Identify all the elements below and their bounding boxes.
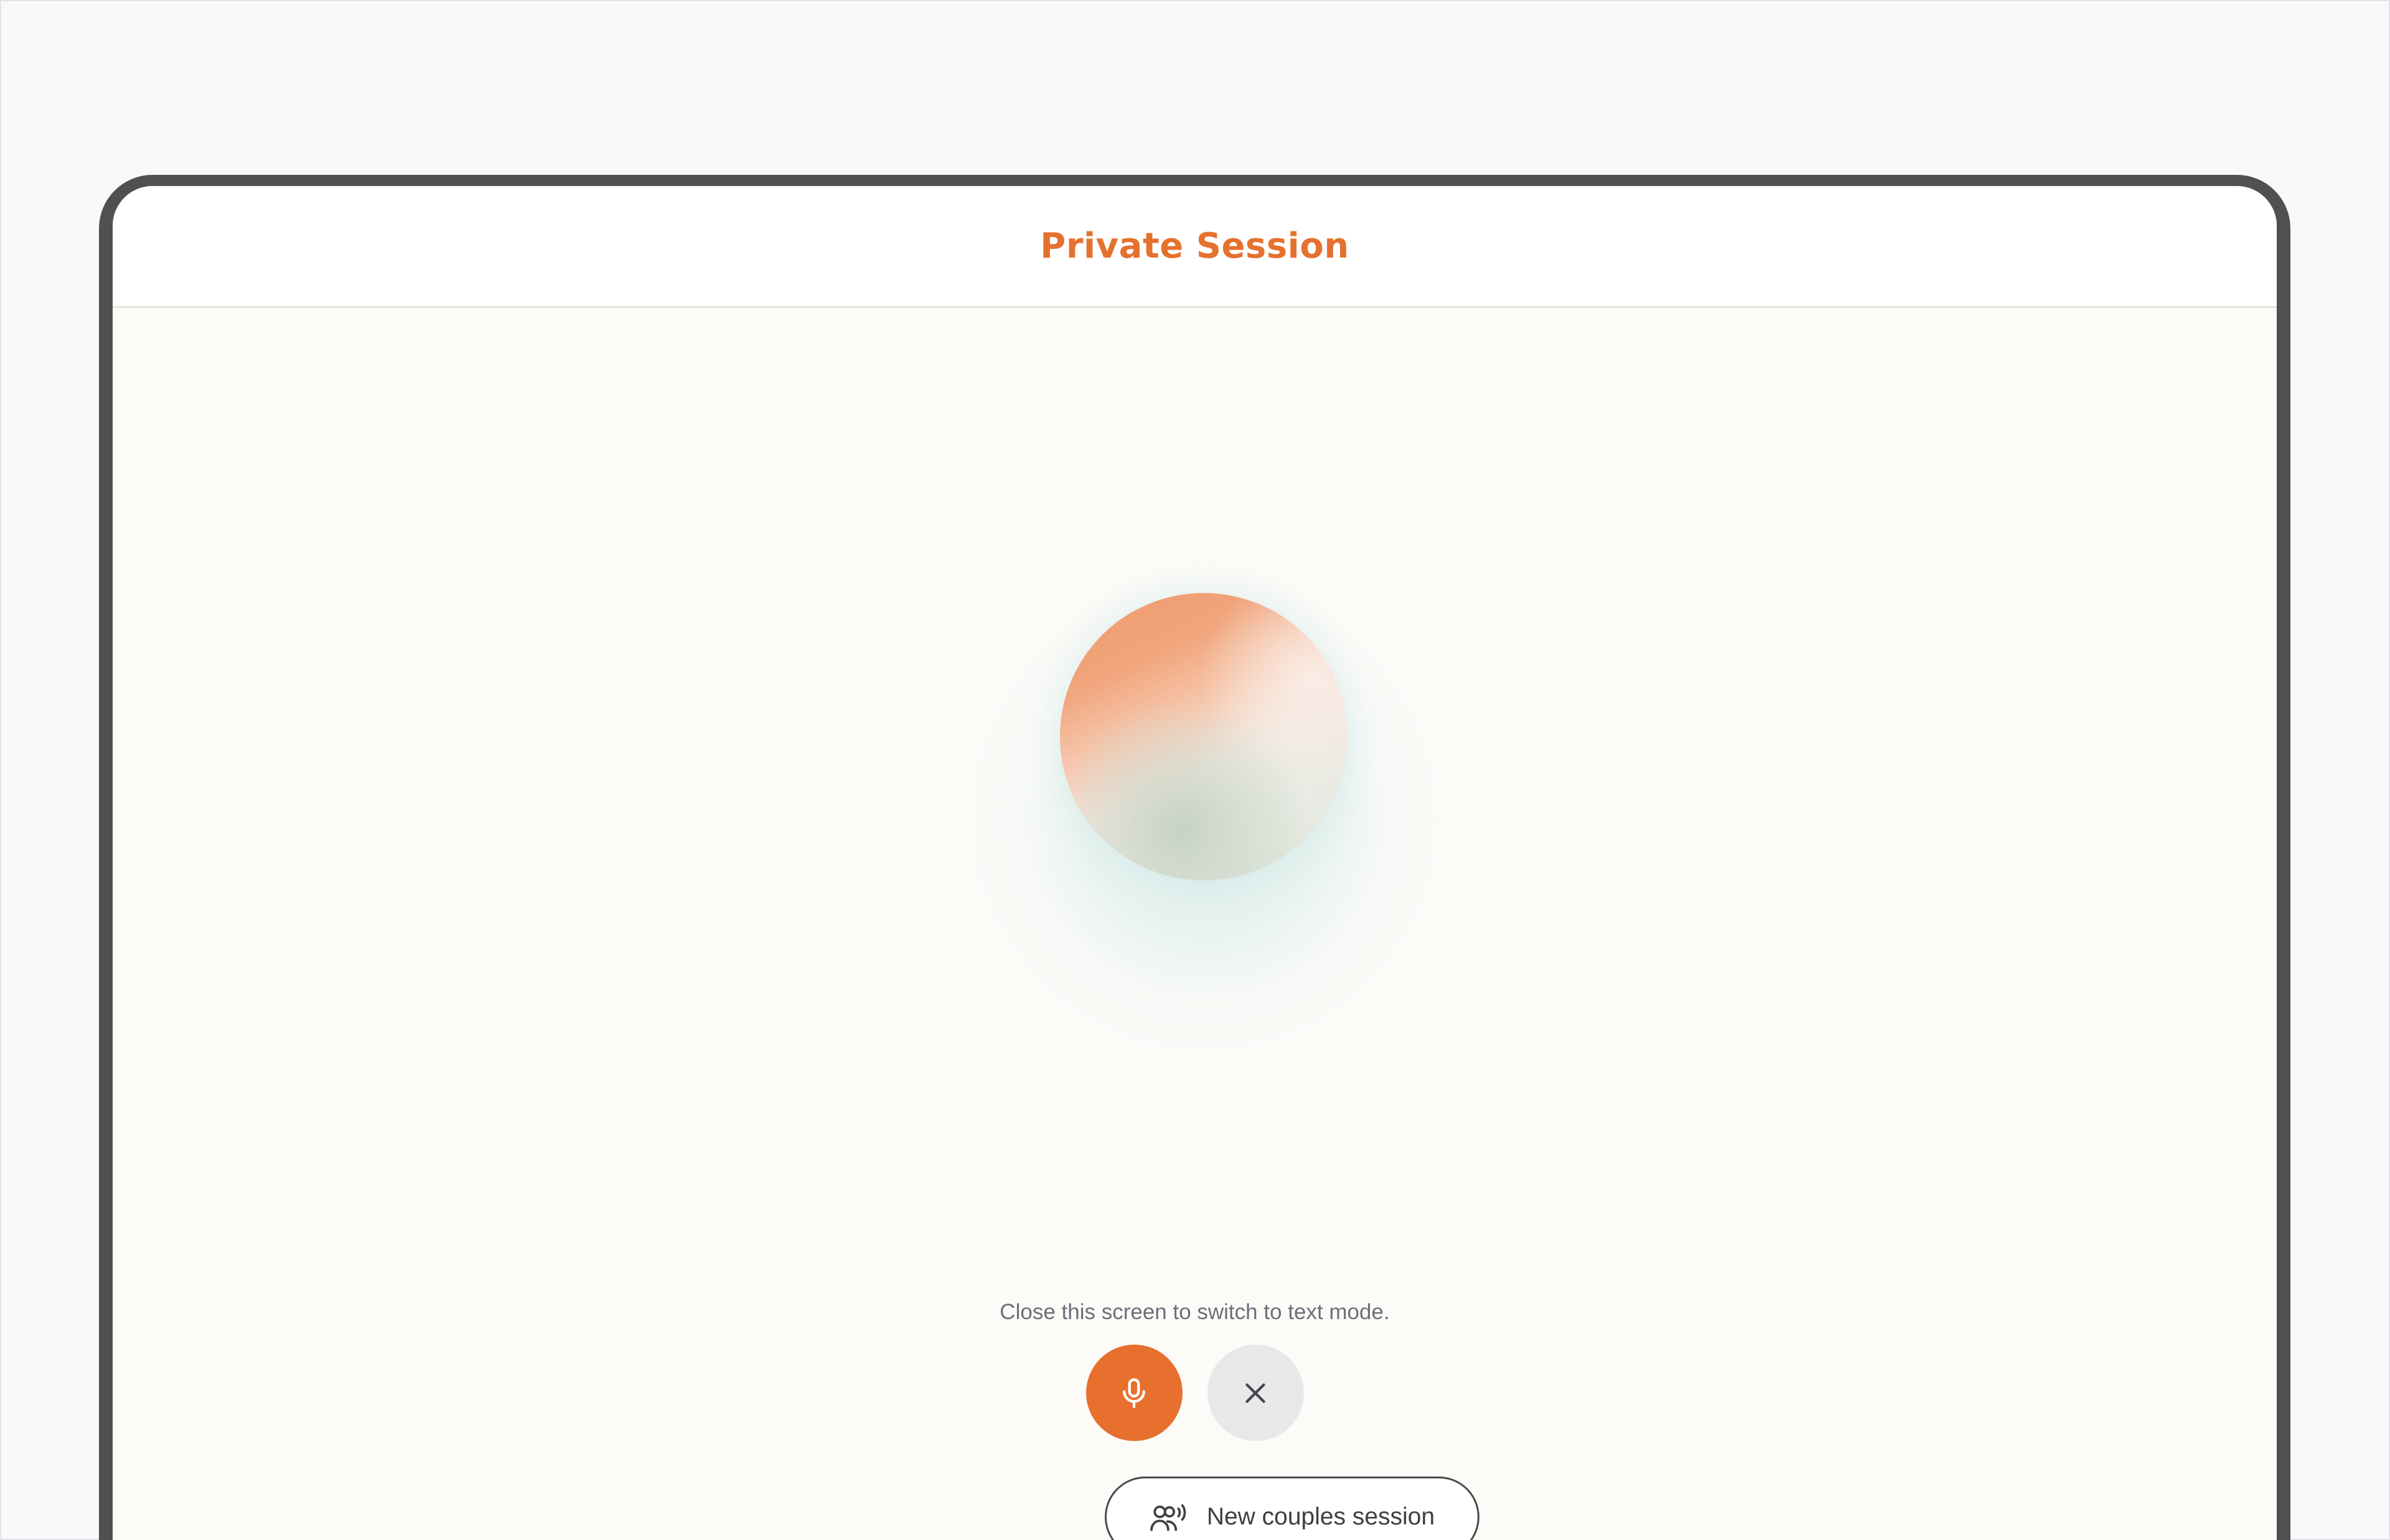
app-screen: Private Session Close this screen to swi… — [113, 186, 2277, 1540]
voice-orb — [1060, 593, 1347, 880]
couples-button-label: New couples session — [1206, 1503, 1435, 1530]
device-frame: Private Session Close this screen to swi… — [99, 175, 2290, 1540]
close-button[interactable] — [1207, 1345, 1304, 1441]
text-mode-hint: Close this screen to switch to text mode… — [1000, 1300, 1390, 1324]
voice-controls — [113, 1345, 2277, 1441]
page-title: Private Session — [1040, 226, 1349, 266]
microphone-icon — [1123, 1378, 1145, 1408]
microphone-button[interactable] — [1085, 1345, 1183, 1441]
close-icon — [1245, 1383, 1265, 1403]
app-header: Private Session — [113, 186, 2277, 308]
new-couples-session-button[interactable]: New couples session — [1105, 1477, 1479, 1540]
couples-voice-icon — [1150, 1504, 1186, 1531]
